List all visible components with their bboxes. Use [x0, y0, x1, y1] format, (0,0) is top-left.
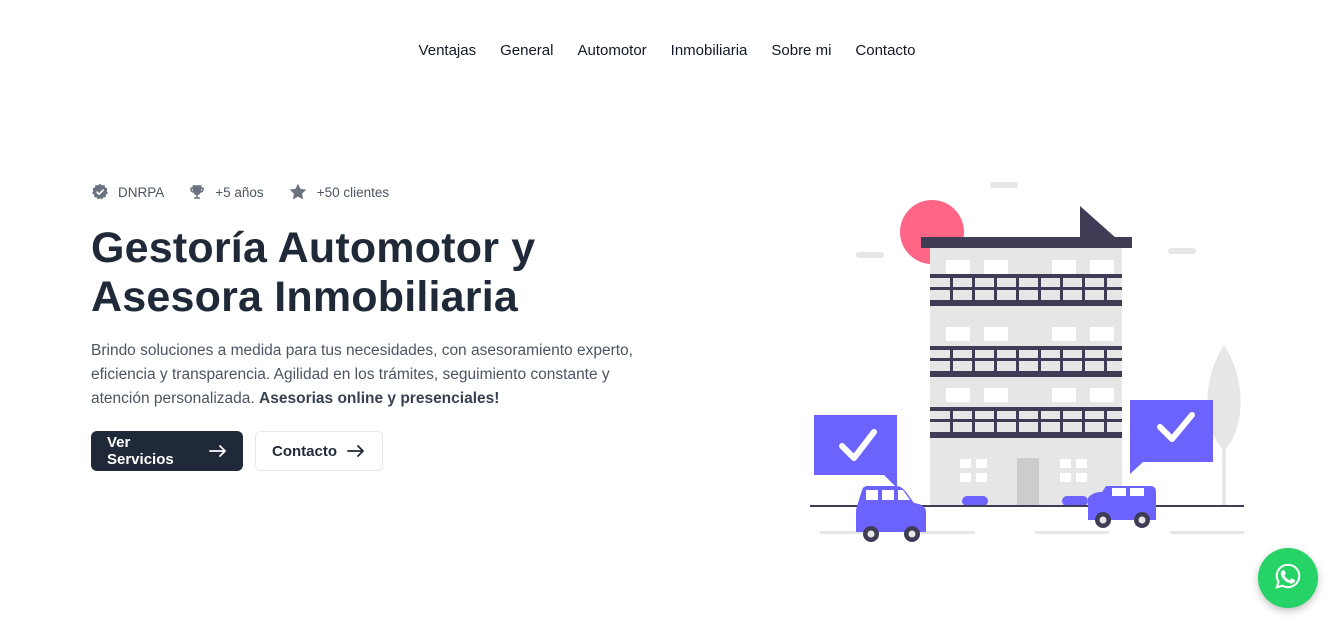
verified-badge-icon — [91, 183, 109, 201]
whatsapp-button[interactable] — [1258, 548, 1318, 608]
badge-years-label: +5 años — [215, 184, 264, 200]
nav-link-sobre-mi[interactable]: Sobre mi — [771, 38, 831, 64]
building-shape — [921, 206, 1132, 506]
star-icon — [288, 182, 308, 202]
nav-link-ventajas[interactable]: Ventajas — [419, 38, 477, 64]
hero-title: Gestoría Automotor y Asesora Inmobiliari… — [91, 224, 711, 322]
check-bubble-left — [814, 415, 897, 488]
arrow-right-icon — [209, 445, 227, 457]
car-left-icon — [856, 486, 926, 542]
hero-description: Brindo soluciones a medida para tus nece… — [91, 339, 661, 411]
whatsapp-icon — [1273, 561, 1303, 596]
check-bubble-right — [1130, 400, 1213, 474]
arrow-right-icon — [347, 445, 365, 457]
contacto-button-label: Contacto — [272, 442, 337, 460]
car-right-icon — [1088, 486, 1156, 528]
ver-servicios-button[interactable]: Ver Servicios — [91, 431, 243, 471]
hero-description-strong: Asesorias online y presenciales! — [259, 390, 500, 407]
badge-dnrpa-label: DNRPA — [118, 184, 165, 200]
nav-link-contacto[interactable]: Contacto — [855, 38, 915, 64]
badge-years: +5 años — [188, 183, 264, 201]
badge-clients-label: +50 clientes — [316, 184, 390, 200]
hero-title-line-1: Gestoría Automotor y — [91, 224, 536, 272]
trophy-icon — [188, 183, 206, 201]
ver-servicios-label: Ver Servicios — [107, 434, 174, 468]
nav-link-general[interactable]: General — [500, 38, 553, 64]
badge-dnrpa: DNRPA — [91, 183, 164, 201]
top-navigation: Ventajas General Automotor Inmobiliaria … — [0, 38, 1338, 64]
contacto-button[interactable]: Contacto — [255, 431, 383, 471]
nav-link-inmobiliaria[interactable]: Inmobiliaria — [671, 38, 748, 64]
hero-badges: DNRPA +5 años +50 clientes — [91, 182, 389, 202]
badge-clients: +50 clientes — [288, 182, 389, 202]
building-cars-illustration — [810, 182, 1244, 542]
hero-title-line-2: Asesora Inmobiliaria — [91, 273, 518, 321]
nav-link-automotor[interactable]: Automotor — [577, 38, 646, 64]
